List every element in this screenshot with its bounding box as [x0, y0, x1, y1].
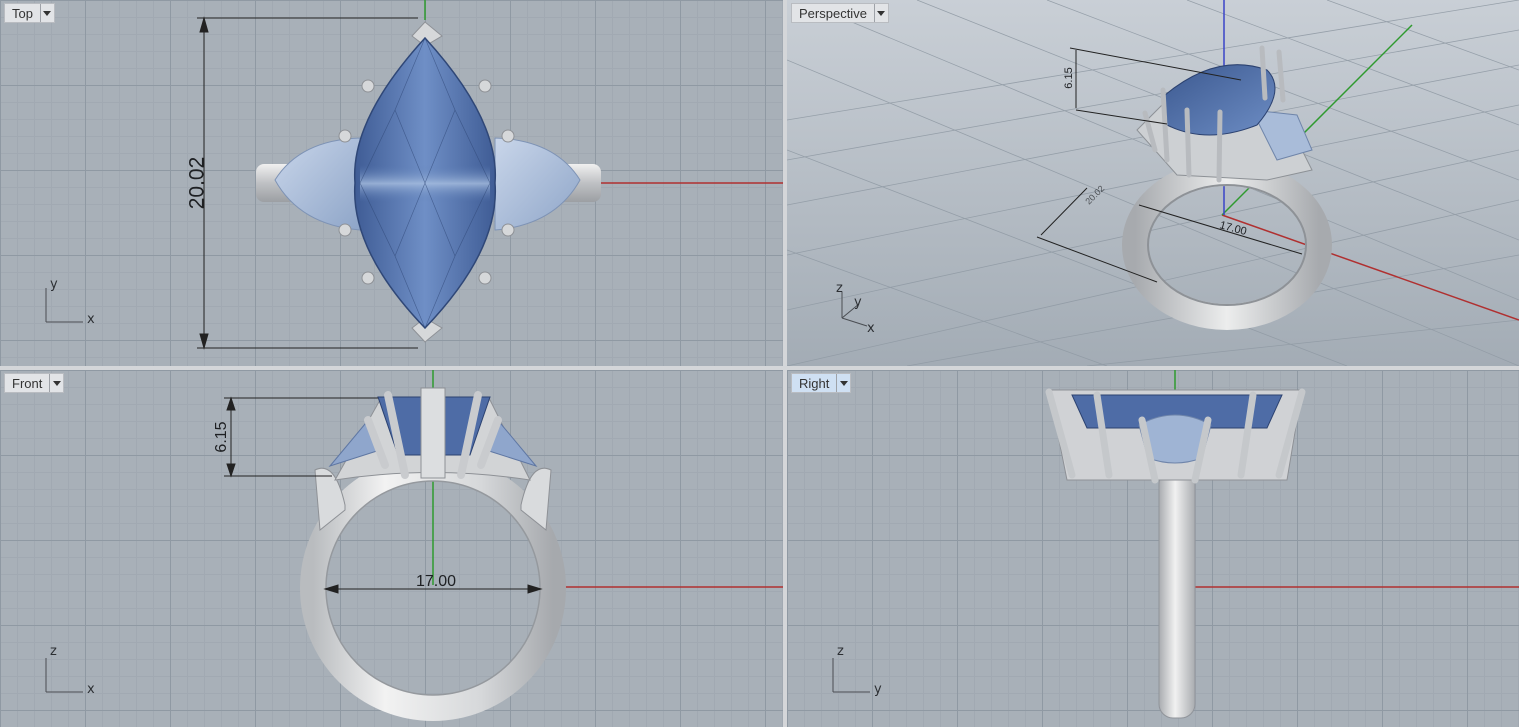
viewport-tab-right[interactable]: Right — [791, 373, 852, 393]
front-view-canvas: 6.15 17.00 z x — [45, 370, 783, 721]
axis-label-z: z — [50, 644, 57, 659]
axis-gizmo-front — [45, 658, 83, 693]
axis-label-y: y — [874, 682, 882, 697]
dimension-label-width-front: 17.00 — [416, 573, 456, 590]
viewport-label-perspective: Perspective — [799, 6, 867, 21]
chevron-down-icon[interactable] — [49, 374, 63, 392]
viewport-top[interactable]: Top 20.02 y x — [0, 0, 783, 366]
top-view-canvas: 20.02 y x — [45, 0, 783, 350]
viewport-right[interactable]: Right z y — [787, 370, 1519, 727]
viewport-tab-front[interactable]: Front — [4, 373, 65, 393]
viewport-label-front: Front — [12, 376, 43, 391]
side-stone-right — [494, 137, 581, 231]
right-view-canvas: z y — [832, 370, 1519, 719]
axis-gizmo-right — [832, 658, 870, 693]
axis-label-y: y — [854, 295, 862, 310]
perspective-view-canvas: 6.15 17.00 20.02 z y x — [787, 0, 1519, 366]
side-stone-left — [274, 137, 361, 231]
chevron-down-icon[interactable] — [836, 374, 850, 392]
viewport-front[interactable]: Front 6.15 17.00 z x — [0, 370, 783, 727]
viewport-tab-top[interactable]: Top — [4, 3, 55, 23]
axis-gizmo-top — [45, 288, 83, 323]
axis-label-x: x — [87, 312, 95, 327]
viewport-tab-perspective[interactable]: Perspective — [791, 3, 889, 23]
dimension-label-top: 20.02 — [186, 157, 209, 210]
ring-shank-right — [1158, 469, 1196, 719]
axis-label-x: x — [867, 321, 875, 336]
axis-label-z: z — [836, 281, 843, 296]
axis-label-x: x — [87, 682, 95, 697]
viewport-label-top: Top — [12, 6, 33, 21]
chevron-down-icon[interactable] — [39, 4, 54, 22]
viewport-perspective[interactable]: Perspective 6.15 17.00 20.02 z y x — [787, 0, 1519, 366]
viewport-label-right: Right — [799, 376, 830, 391]
chevron-down-icon[interactable] — [873, 4, 888, 22]
dimension-label-height-front: 6.15 — [213, 421, 230, 452]
axis-label-y: y — [50, 277, 58, 292]
dimension-label-height: 6.15 — [1063, 67, 1075, 88]
axis-label-z: z — [837, 644, 844, 659]
